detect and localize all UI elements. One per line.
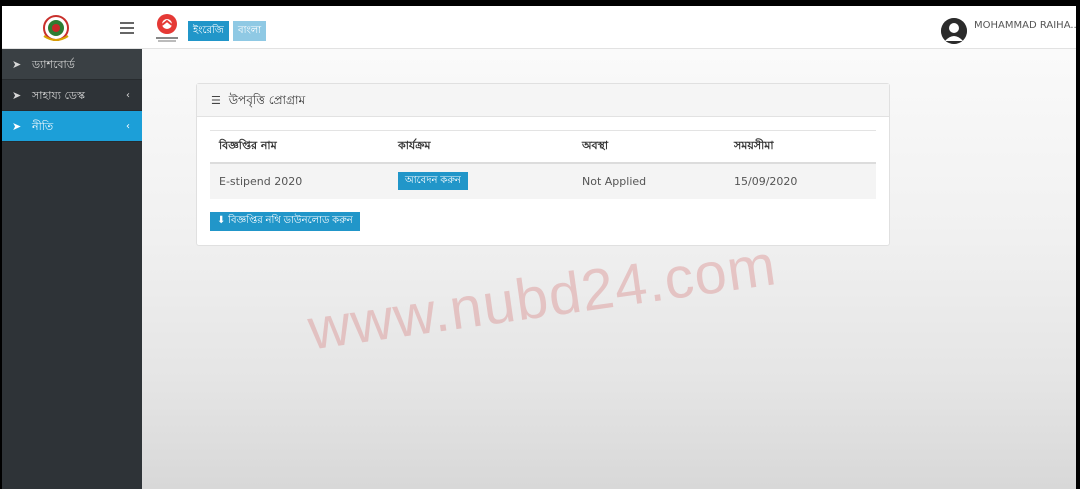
chevron-left-icon: ‹ [126, 90, 130, 101]
watermark-text: www.nubd24.com [304, 232, 781, 363]
notice-name-cell: E-stipend 2020 [210, 162, 389, 199]
list-icon: ☰ [211, 94, 221, 107]
government-seal-logo [43, 15, 69, 41]
top-header: ইংরেজি বাংলা MOHAMMAD RAIHA... [2, 6, 1076, 49]
lang-english-button[interactable]: ইংরেজি [188, 21, 229, 41]
user-name[interactable]: MOHAMMAD RAIHA... [974, 20, 1076, 31]
download-notice-button[interactable]: ⬇ বিজ্ঞপ্তির নথি ডাউনলোড করুন [210, 212, 360, 231]
sidebar-item-help-desk[interactable]: ➤ সাহায্য ডেস্ক ‹ [2, 80, 142, 111]
panel-header: ☰ উপবৃত্তি প্রোগ্রাম [197, 84, 889, 117]
table-header-row: বিজ্ঞপ্তির নাম কার্যক্রম অবস্থা সময়সীমা [210, 130, 876, 164]
sidebar-item-label: সাহায্য ডেস্ক [32, 89, 85, 102]
brand-logo [156, 14, 178, 42]
navigation-arrow-icon: ➤ [12, 89, 22, 102]
action-cell: আবেদন করুন [389, 162, 573, 199]
column-header: সময়সীমা [725, 130, 876, 164]
column-header: অবস্থা [573, 130, 725, 164]
download-label: বিজ্ঞপ্তির নথি ডাউনলোড করুন [228, 215, 353, 226]
user-avatar-icon[interactable] [941, 18, 967, 44]
panel-title: উপবৃত্তি প্রোগ্রাম [228, 93, 306, 107]
table-row: E-stipend 2020 আবেদন করুন Not Applied 15… [210, 162, 876, 199]
apply-button[interactable]: আবেদন করুন [398, 172, 468, 190]
column-header: বিজ্ঞপ্তির নাম [210, 130, 389, 164]
sidebar-item-label: ড্যাশবোর্ড [32, 58, 75, 71]
notice-table: বিজ্ঞপ্তির নাম কার্যক্রম অবস্থা সময়সীমা… [210, 130, 876, 199]
deadline-cell: 15/09/2020 [725, 162, 876, 199]
status-cell: Not Applied [573, 162, 725, 199]
lang-bangla-button[interactable]: বাংলা [233, 21, 267, 41]
sidebar: ➤ ড্যাশবোর্ড ➤ সাহায্য ডেস্ক ‹ ➤ নীতি ‹ [2, 49, 142, 489]
sidebar-item-policy[interactable]: ➤ নীতি ‹ [2, 111, 142, 142]
stipend-program-panel: ☰ উপবৃত্তি প্রোগ্রাম বিজ্ঞপ্তির নাম কার্… [196, 83, 890, 246]
sidebar-item-dashboard[interactable]: ➤ ড্যাশবোর্ড [2, 49, 142, 80]
navigation-arrow-icon: ➤ [12, 58, 22, 71]
main-content: ☰ উপবৃত্তি প্রোগ্রাম বিজ্ঞপ্তির নাম কার্… [142, 49, 1076, 489]
download-icon: ⬇ [217, 215, 226, 226]
navigation-arrow-icon: ➤ [12, 120, 22, 133]
column-header: কার্যক্রম [389, 130, 573, 164]
chevron-left-icon: ‹ [126, 121, 130, 132]
app-window: ইংরেজি বাংলা MOHAMMAD RAIHA... ➤ ড্যাশবো… [2, 6, 1076, 489]
menu-toggle-icon[interactable] [120, 22, 134, 34]
sidebar-item-label: নীতি [32, 120, 54, 133]
